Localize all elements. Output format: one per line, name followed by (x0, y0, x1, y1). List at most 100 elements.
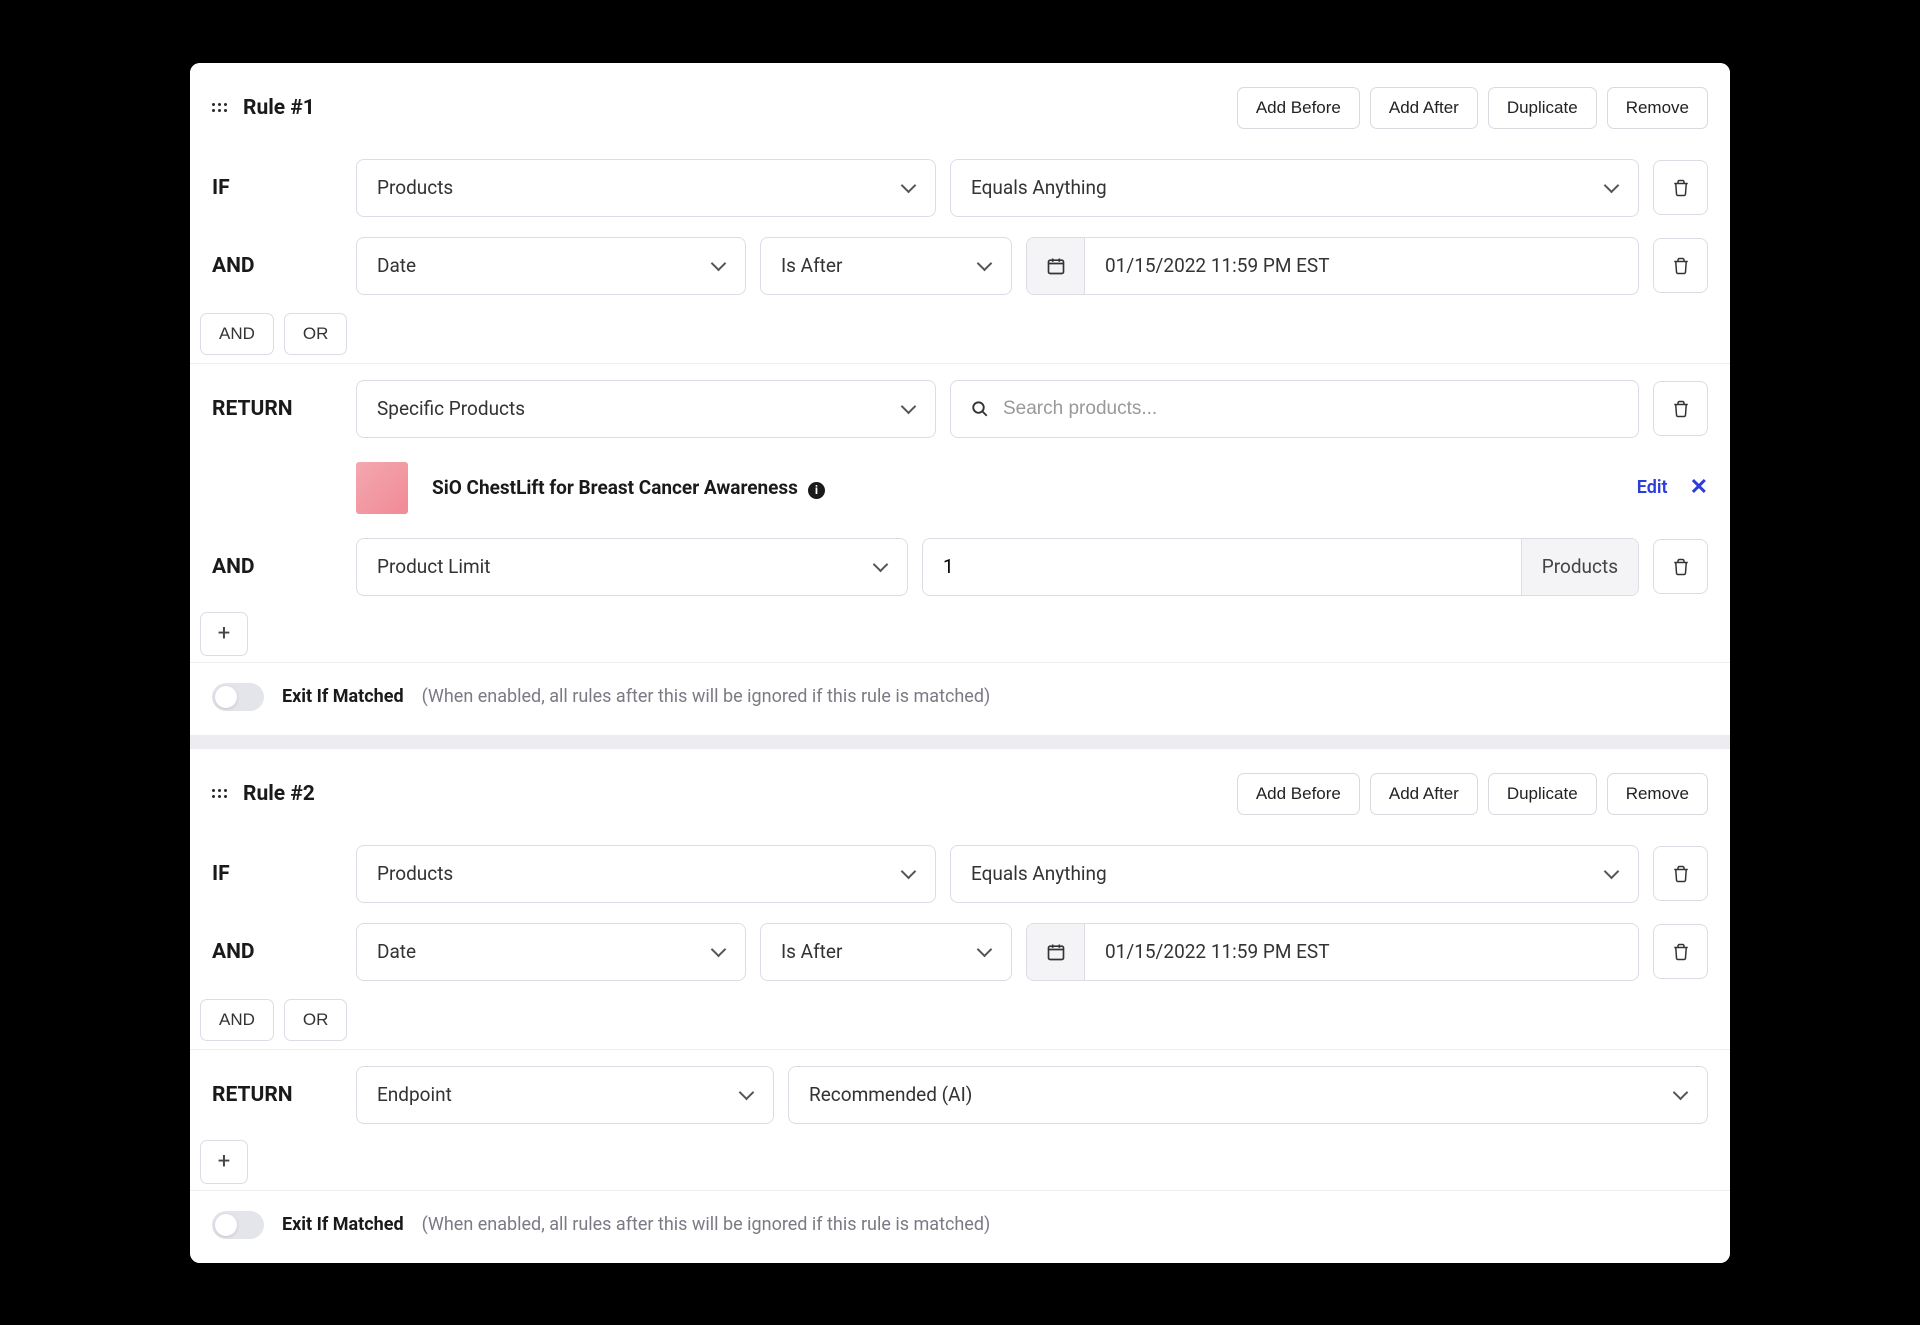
exit-if-matched-toggle[interactable] (212, 1211, 264, 1239)
remove-button[interactable]: Remove (1607, 87, 1708, 129)
connector-row: AND OR (190, 305, 1730, 364)
chevron-down-icon (873, 560, 887, 574)
rule-header: Rule #2 Add Before Add After Duplicate R… (190, 767, 1730, 835)
if-row: IF Products Equals Anything (190, 835, 1730, 913)
date-picker-button[interactable] (1027, 238, 1085, 294)
and-operator-select[interactable]: Is After (760, 237, 1012, 295)
connector-row: AND OR (190, 991, 1730, 1050)
add-before-button[interactable]: Add Before (1237, 87, 1360, 129)
rule-title: Rule #1 (243, 96, 315, 120)
remove-product-icon[interactable]: ✕ (1690, 475, 1708, 500)
return-row: RETURN Specific Products (190, 370, 1730, 448)
rule-2: Rule #2 Add Before Add After Duplicate R… (190, 749, 1730, 1263)
exit-if-matched-hint: (When enabled, all rules after this will… (422, 686, 991, 707)
chevron-down-icon (711, 259, 725, 273)
delete-return-button[interactable] (1653, 381, 1708, 436)
trash-icon (1672, 864, 1690, 884)
chevron-down-icon (901, 867, 915, 881)
remove-button[interactable]: Remove (1607, 773, 1708, 815)
return-label: RETURN (212, 1083, 342, 1107)
exit-if-matched-row: Exit If Matched (When enabled, all rules… (190, 1191, 1730, 1263)
product-thumbnail (356, 462, 408, 514)
and-connector-button[interactable]: AND (200, 313, 274, 355)
delete-condition-button[interactable] (1653, 238, 1708, 293)
date-value[interactable]: 01/15/2022 11:59 PM EST (1085, 238, 1638, 294)
add-button[interactable]: + (200, 1140, 248, 1184)
calendar-icon (1046, 256, 1066, 276)
return-row: RETURN Endpoint Recommended (AI) (190, 1056, 1730, 1134)
if-subject-select[interactable]: Products (356, 159, 936, 217)
chevron-down-icon (977, 945, 991, 959)
chevron-down-icon (901, 402, 915, 416)
search-products-field[interactable] (950, 380, 1639, 438)
delete-condition-button[interactable] (1653, 924, 1708, 979)
duplicate-button[interactable]: Duplicate (1488, 773, 1597, 815)
exit-if-matched-label: Exit If Matched (282, 686, 404, 707)
return-type-select[interactable]: Specific Products (356, 380, 936, 438)
selected-product-row: SiO ChestLift for Breast Cancer Awarenes… (190, 448, 1730, 528)
delete-condition-button[interactable] (1653, 846, 1708, 901)
chevron-down-icon (1673, 1088, 1687, 1102)
chevron-down-icon (739, 1088, 753, 1102)
return-type-select[interactable]: Endpoint (356, 1066, 774, 1124)
exit-if-matched-row: Exit If Matched (When enabled, all rules… (190, 663, 1730, 735)
delete-condition-button[interactable] (1653, 160, 1708, 215)
and-subject-select[interactable]: Date (356, 237, 746, 295)
rule-1: Rule #1 Add Before Add After Duplicate R… (190, 63, 1730, 735)
delete-condition-button[interactable] (1653, 539, 1708, 594)
if-label: IF (212, 862, 342, 886)
chevron-down-icon (1604, 867, 1618, 881)
trash-icon (1672, 942, 1690, 962)
drag-handle-icon[interactable] (212, 103, 227, 112)
if-label: IF (212, 176, 342, 200)
and-label: AND (212, 254, 342, 278)
if-operator-select[interactable]: Equals Anything (950, 845, 1639, 903)
and-date-row: AND Date Is After 01/15/2022 11:59 PM ES… (190, 227, 1730, 305)
rules-panel: Rule #1 Add Before Add After Duplicate R… (190, 63, 1730, 1263)
date-field: 01/15/2022 11:59 PM EST (1026, 923, 1639, 981)
add-button[interactable]: + (200, 612, 248, 656)
date-picker-button[interactable] (1027, 924, 1085, 980)
add-return-row: + (190, 606, 1730, 663)
chevron-down-icon (901, 181, 915, 195)
if-subject-select[interactable]: Products (356, 845, 936, 903)
return-value-select[interactable]: Recommended (AI) (788, 1066, 1708, 1124)
chevron-down-icon (977, 259, 991, 273)
info-icon[interactable]: i (808, 482, 825, 499)
and-subject-select[interactable]: Date (356, 923, 746, 981)
limit-unit-label: Products (1521, 539, 1638, 595)
and-operator-select[interactable]: Is After (760, 923, 1012, 981)
and-label: AND (212, 940, 342, 964)
rule-title: Rule #2 (243, 782, 315, 806)
rule-divider (190, 735, 1730, 749)
and-label: AND (212, 555, 342, 579)
limit-value-input[interactable]: 1 (923, 539, 1521, 595)
add-after-button[interactable]: Add After (1370, 773, 1478, 815)
exit-if-matched-label: Exit If Matched (282, 1214, 404, 1235)
chevron-down-icon (711, 945, 725, 959)
add-after-button[interactable]: Add After (1370, 87, 1478, 129)
add-return-row: + (190, 1134, 1730, 1191)
and-date-row: AND Date Is After 01/15/2022 11:59 PM ES… (190, 913, 1730, 991)
edit-product-link[interactable]: Edit (1637, 477, 1668, 498)
or-connector-button[interactable]: OR (284, 999, 348, 1041)
return-label: RETURN (212, 397, 342, 421)
rule-header: Rule #1 Add Before Add After Duplicate R… (190, 81, 1730, 149)
trash-icon (1672, 256, 1690, 276)
chevron-down-icon (1604, 181, 1618, 195)
or-connector-button[interactable]: OR (284, 313, 348, 355)
drag-handle-icon[interactable] (212, 789, 227, 798)
if-operator-select[interactable]: Equals Anything (950, 159, 1639, 217)
exit-if-matched-toggle[interactable] (212, 683, 264, 711)
add-before-button[interactable]: Add Before (1237, 773, 1360, 815)
date-value[interactable]: 01/15/2022 11:59 PM EST (1085, 924, 1638, 980)
trash-icon (1672, 399, 1690, 419)
search-input[interactable] (1003, 398, 1618, 420)
if-row: IF Products Equals Anything (190, 149, 1730, 227)
and-connector-button[interactable]: AND (200, 999, 274, 1041)
trash-icon (1672, 557, 1690, 577)
duplicate-button[interactable]: Duplicate (1488, 87, 1597, 129)
limit-type-select[interactable]: Product Limit (356, 538, 908, 596)
exit-if-matched-hint: (When enabled, all rules after this will… (422, 1214, 991, 1235)
and-limit-row: AND Product Limit 1 Products (190, 528, 1730, 606)
